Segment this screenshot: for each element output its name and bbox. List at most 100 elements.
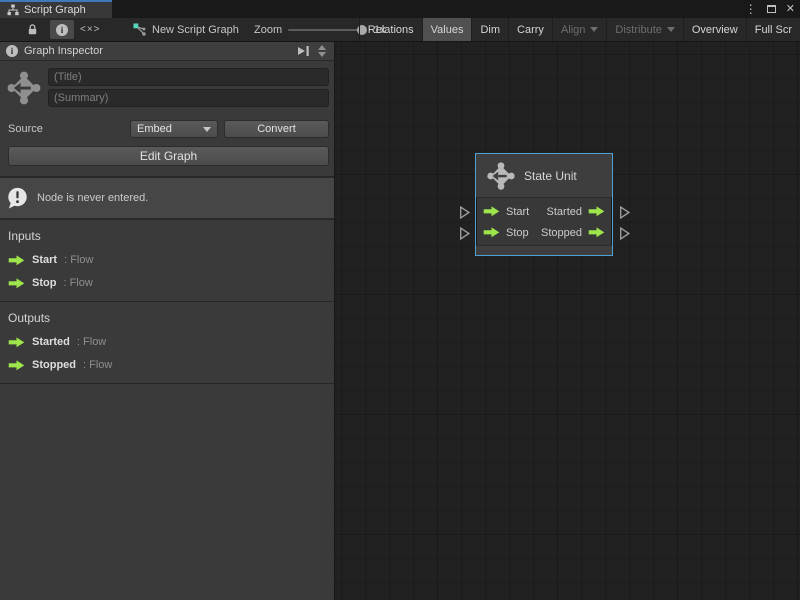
port-row: Stopped : Flow — [8, 359, 326, 371]
output-port-label: Started — [547, 206, 582, 218]
overview-button[interactable]: Overview — [683, 18, 746, 41]
script-graph-icon — [133, 23, 146, 36]
port-type: Flow — [70, 254, 93, 266]
external-input-port[interactable] — [459, 227, 470, 240]
script-graph-window: Script Graph ⋮ ✕ i <×> — [0, 0, 800, 600]
state-unit-icon — [6, 70, 42, 106]
graph-canvas[interactable]: State Unit Start Started Stop Stoppe — [335, 42, 800, 600]
graph-title-group: New Script Graph — [133, 18, 239, 41]
port-type: Flow — [89, 359, 112, 371]
values-button[interactable]: Values — [422, 18, 472, 41]
input-port-label: Start — [506, 206, 529, 218]
inputs-section: Inputs Start : Flow Stop : Flow — [0, 220, 334, 301]
flow-arrow-icon — [8, 360, 25, 371]
source-value: Embed — [137, 123, 203, 135]
zoom-label: Zoom — [254, 18, 282, 41]
graph-name-label: New Script Graph — [152, 24, 239, 36]
state-unit-icon — [486, 161, 516, 191]
node-header: State Unit — [476, 154, 612, 198]
tab-title: Script Graph — [24, 4, 86, 16]
title-field[interactable] — [48, 68, 329, 86]
state-unit-node[interactable]: State Unit Start Started Stop Stoppe — [475, 153, 613, 256]
align-dropdown[interactable]: Align — [552, 18, 606, 41]
port-type: Flow — [83, 336, 106, 348]
output-port-label: Stopped — [541, 227, 582, 239]
node-title: State Unit — [524, 169, 577, 183]
external-output-port[interactable] — [619, 206, 630, 219]
lock-icon — [26, 23, 39, 36]
port-name: Start — [32, 254, 57, 266]
tab-script-graph[interactable]: Script Graph — [0, 0, 112, 18]
inspector-empty-area — [0, 384, 334, 600]
colon: : — [63, 277, 66, 289]
window-close-icon[interactable]: ✕ — [786, 4, 795, 15]
distribute-label: Distribute — [615, 24, 661, 36]
summary-field[interactable] — [48, 89, 329, 107]
input-port-label: Stop — [506, 227, 529, 239]
scroll-spinner[interactable] — [316, 45, 328, 57]
outputs-section: Outputs Started : Flow Stopped : Flow — [0, 302, 334, 383]
flow-arrow-icon — [8, 278, 25, 289]
port-name: Stop — [32, 277, 56, 289]
node-port-row: Stop Stopped — [476, 222, 612, 243]
node-body: Start Started Stop Stopped — [476, 198, 612, 245]
convert-button[interactable]: Convert — [224, 120, 329, 138]
distribute-dropdown[interactable]: Distribute — [606, 18, 682, 41]
inputs-title: Inputs — [8, 229, 326, 243]
graph-inspector-panel: i Graph Inspector — [0, 42, 335, 600]
graph-toolbar: i <×> New Script Graph Zoom 1x Relations… — [0, 18, 800, 42]
flow-output-port[interactable] — [588, 227, 605, 238]
tab-bar: Script Graph ⋮ ✕ — [0, 0, 800, 18]
source-label: Source — [8, 123, 124, 135]
info-icon: i — [6, 45, 18, 57]
view-options-group: Relations Values Dim Carry Align Distrib… — [359, 18, 800, 41]
colon: : — [77, 336, 80, 348]
flow-arrow-icon — [8, 337, 25, 348]
port-row: Stop : Flow — [8, 277, 326, 289]
external-output-port[interactable] — [619, 227, 630, 240]
flow-input-port[interactable] — [483, 206, 500, 217]
flow-output-port[interactable] — [588, 206, 605, 217]
inspector-title: Graph Inspector — [24, 45, 291, 57]
graph-tab-icon — [7, 4, 19, 16]
port-type: Flow — [70, 277, 93, 289]
lock-button[interactable] — [26, 18, 39, 41]
outputs-title: Outputs — [8, 311, 326, 325]
zoom-slider-track[interactable] — [288, 29, 360, 31]
node-footer — [476, 245, 612, 255]
warning-text: Node is never entered. — [37, 192, 148, 204]
graph-title-block — [0, 61, 334, 114]
chevron-down-icon — [590, 27, 598, 32]
colon: : — [64, 254, 67, 266]
colon: : — [83, 359, 86, 371]
code-preview-button[interactable]: <×> — [80, 18, 101, 41]
flow-arrow-icon — [8, 255, 25, 266]
fullscreen-button[interactable]: Full Scr — [746, 18, 800, 41]
relations-button[interactable]: Relations — [359, 18, 422, 41]
flow-input-port[interactable] — [483, 227, 500, 238]
port-row: Started : Flow — [8, 336, 326, 348]
source-row: Source Embed Convert — [0, 114, 334, 138]
port-row: Start : Flow — [8, 254, 326, 266]
port-name: Stopped — [32, 359, 76, 371]
edit-graph-button[interactable]: Edit Graph — [8, 146, 329, 166]
chevron-up-icon — [318, 45, 326, 50]
dock-icon[interactable] — [297, 45, 310, 57]
chevron-down-icon — [318, 52, 326, 57]
node-port-row: Start Started — [476, 201, 612, 222]
align-label: Align — [561, 24, 585, 36]
window-menu-icon[interactable]: ⋮ — [745, 3, 757, 15]
info-icon: i — [56, 24, 68, 36]
warning-bubble-icon — [6, 186, 29, 210]
dim-button[interactable]: Dim — [471, 18, 508, 41]
inspect-button[interactable]: i — [50, 20, 74, 39]
window-maximize-icon[interactable] — [767, 5, 776, 13]
external-input-port[interactable] — [459, 206, 470, 219]
carry-button[interactable]: Carry — [508, 18, 552, 41]
port-name: Started — [32, 336, 70, 348]
chevron-down-icon — [667, 27, 675, 32]
source-dropdown[interactable]: Embed — [130, 120, 218, 138]
warning-banner: Node is never entered. — [0, 177, 334, 219]
inspector-header: i Graph Inspector — [0, 42, 334, 61]
window-controls: ⋮ ✕ — [745, 0, 795, 18]
